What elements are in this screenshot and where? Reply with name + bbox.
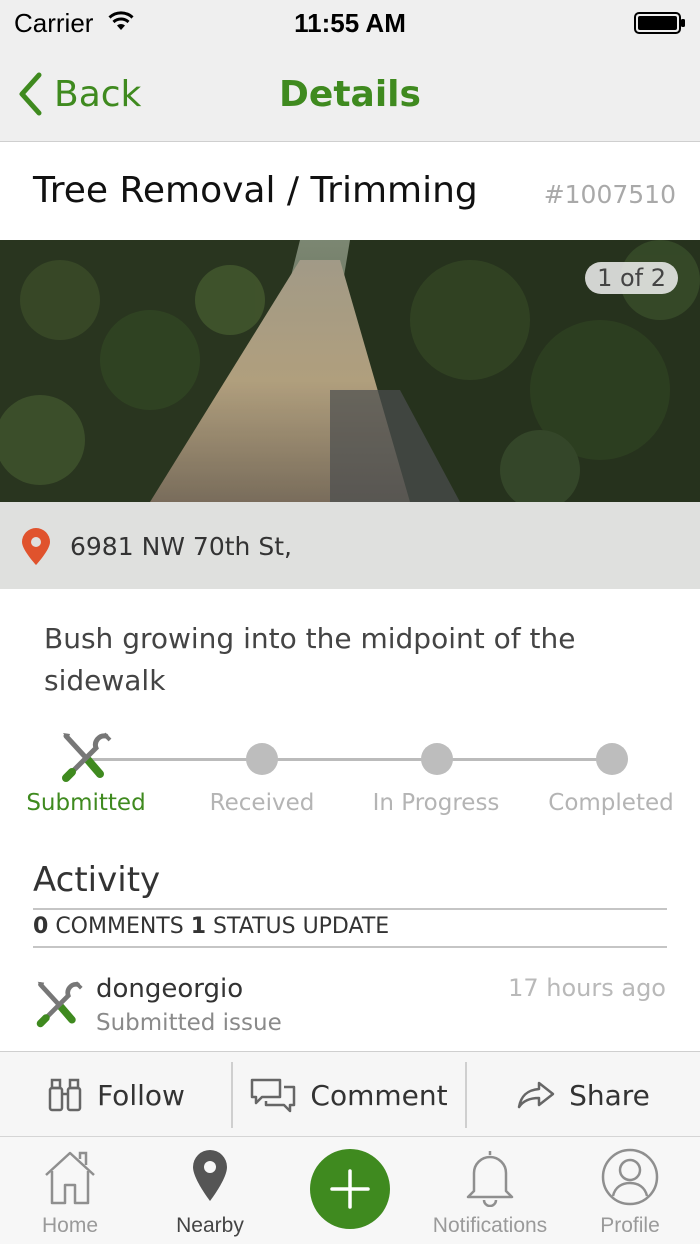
tab-notifications-label: Notifications — [432, 1214, 548, 1237]
wrench-screwdriver-icon — [62, 732, 112, 782]
tab-home-label: Home — [41, 1214, 99, 1237]
progress-label-completed: Completed — [548, 790, 674, 816]
progress-dot-in-progress — [421, 743, 453, 775]
wrench-screwdriver-icon — [36, 981, 83, 1028]
share-label: Share — [569, 1078, 650, 1112]
add-icon — [330, 1169, 370, 1209]
activity-timestamp: 17 hours ago — [508, 974, 666, 1002]
activity-heading: Activity — [33, 860, 161, 900]
activity-item: dongeorgio Submitted issue 17 hours ago — [0, 960, 700, 1050]
tab-bar: Home Nearby Notifications Profile — [0, 1137, 700, 1244]
tab-profile-label: Profile — [600, 1214, 660, 1237]
binoculars-icon — [48, 1078, 82, 1112]
tab-home[interactable]: Home — [0, 1137, 140, 1244]
activity-counts: 0 COMMENTS 1 STATUS UPDATE — [33, 914, 389, 939]
issue-title: Tree Removal / Trimming — [33, 170, 478, 211]
activity-divider — [33, 946, 667, 948]
progress-dot-received — [246, 743, 278, 775]
user-icon — [601, 1148, 659, 1206]
status-progress: Submitted Received In Progress Completed — [0, 730, 700, 830]
share-arrow-icon — [517, 1081, 555, 1109]
address-bar[interactable]: 6981 NW 70th St, — [0, 502, 700, 589]
status-updates-label: STATUS UPDATE — [213, 914, 390, 939]
comments-label: COMMENTS — [55, 914, 184, 939]
follow-label: Follow — [97, 1078, 185, 1112]
progress-track — [88, 758, 612, 761]
tab-nearby-label: Nearby — [176, 1214, 244, 1237]
activity-username[interactable]: dongeorgio — [96, 974, 243, 1004]
home-icon — [45, 1151, 95, 1205]
issue-id: #1007510 — [543, 180, 676, 209]
comment-bubbles-icon — [251, 1078, 296, 1113]
add-report-button[interactable] — [310, 1149, 390, 1229]
page-title: Details — [279, 74, 421, 115]
navigation-bar: Back Details — [0, 46, 700, 142]
map-pin-icon — [193, 1150, 227, 1201]
tab-notifications[interactable]: Notifications — [420, 1137, 560, 1244]
battery-icon — [634, 12, 686, 34]
comment-button[interactable]: Comment — [233, 1052, 465, 1138]
bell-icon — [466, 1151, 514, 1207]
status-bar: Carrier 11:55 AM — [0, 0, 700, 46]
follow-button[interactable]: Follow — [0, 1052, 232, 1138]
activity-divider — [33, 908, 667, 910]
comments-count: 0 — [33, 914, 49, 939]
tab-profile[interactable]: Profile — [560, 1137, 700, 1244]
clock: 11:55 AM — [294, 8, 406, 38]
comment-label: Comment — [310, 1078, 448, 1112]
progress-label-in-progress: In Progress — [372, 790, 500, 816]
issue-header: Tree Removal / Trimming #1007510 — [0, 142, 700, 240]
progress-label-received: Received — [209, 790, 315, 816]
activity-action: Submitted issue — [96, 1010, 282, 1036]
status-updates-count: 1 — [190, 914, 207, 939]
photo-counter-badge: 1 of 2 — [585, 262, 678, 294]
progress-dot-completed — [596, 743, 628, 775]
action-bar: Follow Comment Share — [0, 1051, 700, 1137]
tab-nearby[interactable]: Nearby — [140, 1137, 280, 1244]
share-button[interactable]: Share — [467, 1052, 700, 1138]
location-pin-icon — [22, 528, 50, 565]
issue-photo[interactable]: 1 of 2 — [0, 240, 700, 502]
address-text: 6981 NW 70th St, — [70, 532, 292, 561]
issue-description: Bush growing into the midpoint of the si… — [44, 622, 576, 697]
progress-label-submitted: Submitted — [26, 790, 146, 816]
